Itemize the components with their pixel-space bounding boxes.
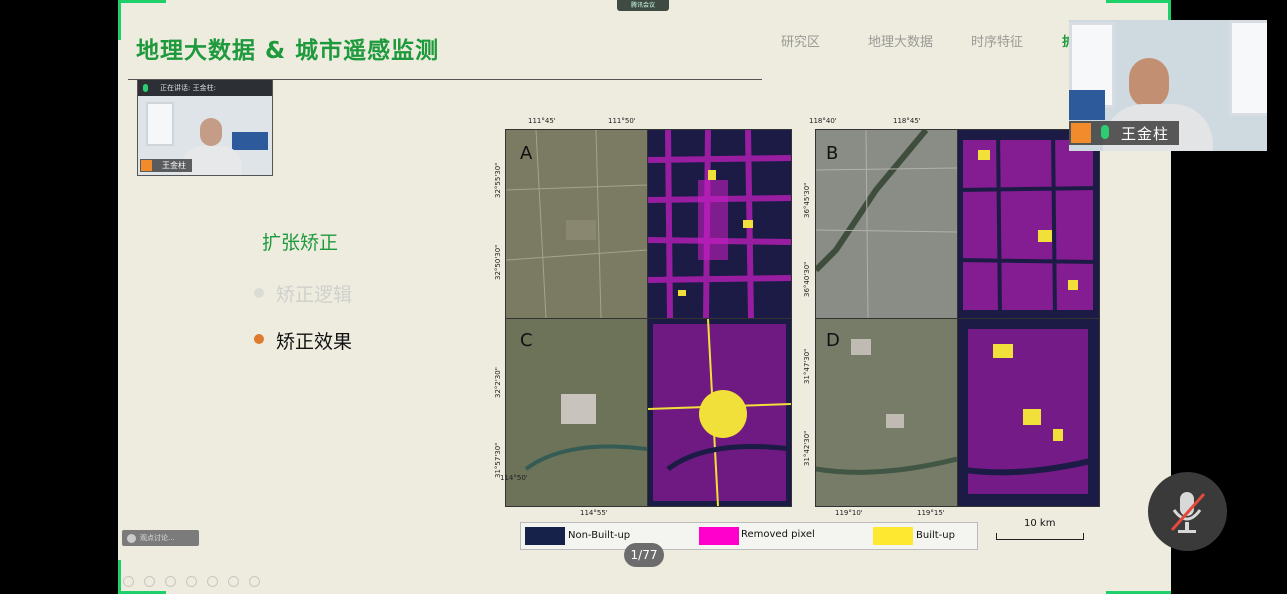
meeting-badge[interactable]: 腾讯会议 (617, 0, 669, 11)
tick-bottom: 114°55' (580, 509, 608, 517)
toolbar-icon[interactable] (165, 576, 176, 587)
speaker-video-small[interactable]: 正在讲话: 王金柱: 王金柱 (137, 79, 273, 176)
speaking-text: 正在讲话: 王金柱: (160, 84, 216, 92)
classification-map-c (647, 318, 792, 507)
legend-label: Non-Built-up (568, 530, 631, 541)
person-head (1129, 58, 1169, 108)
legend-label: Removed pixel (741, 529, 815, 540)
participant-name: 王金柱 (1121, 125, 1170, 143)
legend-swatch-built-up (873, 527, 913, 545)
tick-left: 36°45'30" (803, 182, 811, 218)
window (1229, 20, 1267, 116)
section-heading: 扩张矫正 (262, 232, 339, 254)
tick-top: 118°45' (893, 117, 921, 125)
tick-top: 111°50' (608, 117, 636, 125)
tick-left: 31°42'30" (803, 430, 811, 466)
panel-label-c: C (520, 330, 533, 351)
mute-button[interactable] (1148, 472, 1227, 551)
legend-swatch-removed (699, 527, 739, 545)
participant-name: 王金柱 (162, 161, 186, 170)
person-head (200, 118, 222, 146)
user-icon (141, 160, 152, 171)
panel-label-a: A (520, 143, 533, 164)
page-indicator[interactable]: 1/77 (624, 543, 664, 567)
legend-swatch-non-built-up (525, 527, 565, 545)
tick-bottom: 119°10' (835, 509, 863, 517)
scale-bar (996, 533, 1084, 540)
bullet-correction-logic[interactable]: 矫正逻辑 (276, 280, 352, 307)
frame-corner (118, 0, 121, 40)
legend-label: Built-up (916, 530, 955, 541)
panel-label-b: B (826, 143, 839, 164)
frame-corner (118, 0, 166, 3)
tick-left: 32°2'30" (494, 367, 502, 398)
scale-label: 10 km (1024, 518, 1056, 529)
tick-top: 111°45' (528, 117, 556, 125)
bullet-dot-active (254, 334, 264, 344)
classification-map-d (957, 318, 1100, 507)
nav-item-geo-big-data[interactable]: 地理大数据 (868, 31, 933, 50)
toolbar-icon[interactable] (228, 576, 239, 587)
discussion-label: 观点讨论... (140, 534, 175, 542)
window (146, 102, 174, 146)
name-tag: 王金柱 (140, 159, 192, 172)
bullet-correction-effect[interactable]: 矫正效果 (276, 327, 352, 354)
tick-left: 36°40'30" (803, 261, 811, 297)
mic-off-icon (1170, 492, 1206, 533)
nav-item-study-area[interactable]: 研究区 (781, 31, 820, 50)
tick-left: 32°55'30" (494, 162, 502, 198)
toolbar-icon[interactable] (144, 576, 155, 587)
bullet-dot-inactive (254, 288, 264, 298)
tick-bottom: 114°50' (500, 474, 528, 482)
mic-icon (1101, 125, 1109, 139)
tick-left: 31°47'30" (803, 348, 811, 384)
user-icon (1071, 123, 1091, 143)
frame-corner (1168, 0, 1171, 20)
toolbar-icons[interactable] (123, 576, 263, 588)
map-legend: Non-Built-up Removed pixel Built-up (520, 522, 978, 550)
classification-map-a (647, 129, 792, 319)
tick-top: 118°40' (809, 117, 837, 125)
sofa (232, 132, 268, 150)
nav-item-temporal-features[interactable]: 时序特征 (971, 31, 1023, 50)
speaker-video-large[interactable]: 王金柱 (1069, 20, 1267, 151)
discussion-control[interactable]: 观点讨论... (122, 530, 199, 546)
classification-map-b (957, 129, 1100, 319)
sofa (1069, 90, 1105, 120)
name-tag: 王金柱 (1069, 121, 1179, 145)
tick-bottom: 119°15' (917, 509, 945, 517)
speaking-bar: 正在讲话: 王金柱: (138, 80, 272, 96)
chat-icon (127, 533, 136, 543)
toolbar-icon[interactable] (207, 576, 218, 587)
frame-corner (1106, 0, 1171, 3)
frame-corner (118, 560, 121, 594)
toolbar-icon[interactable] (123, 576, 134, 587)
slide-title: 地理大数据 & 城市遥感监测 (136, 38, 440, 64)
mic-icon (143, 84, 148, 92)
toolbar-icon[interactable] (249, 576, 260, 587)
tick-left: 32°50'30" (494, 244, 502, 280)
panel-label-d: D (826, 330, 840, 351)
tick-left: 31°57'30" (494, 442, 502, 478)
toolbar-icon[interactable] (186, 576, 197, 587)
